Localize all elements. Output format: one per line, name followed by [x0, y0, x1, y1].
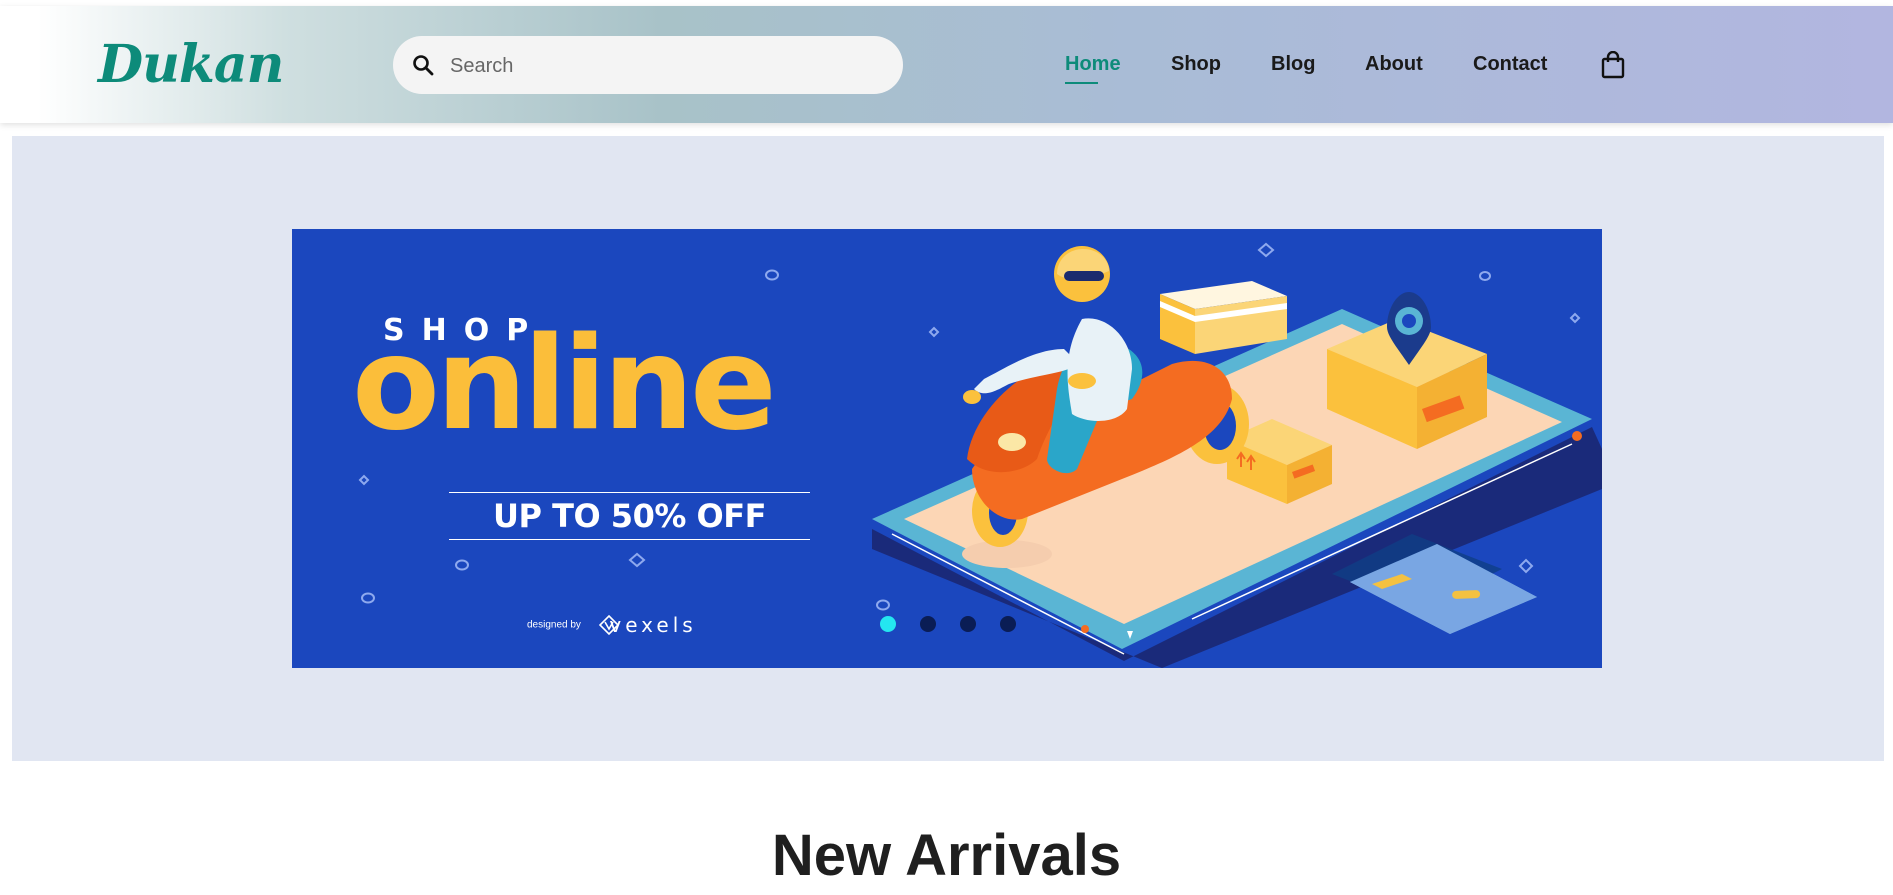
search-icon — [413, 55, 434, 76]
credit-brand: vexels — [609, 613, 697, 637]
shopping-bag-icon[interactable] — [1601, 51, 1625, 79]
logo[interactable]: Dukan — [98, 34, 284, 95]
section-title: New Arrivals — [771, 823, 1122, 888]
banner-headline-big: online — [352, 310, 777, 459]
carousel-dot-1[interactable] — [880, 616, 896, 632]
discount-text: UP TO 50% OFF — [493, 497, 766, 535]
top-navbar: Dukan Home Shop Blog About Contact — [0, 6, 1893, 123]
carousel-dot-4[interactable] — [1000, 616, 1016, 632]
search-bar[interactable] — [393, 36, 903, 96]
vexels-logo-icon — [599, 615, 619, 635]
nav-link-home[interactable]: Home — [1065, 53, 1121, 84]
nav-link-shop[interactable]: Shop — [1171, 53, 1221, 76]
nav-link-contact[interactable]: Contact — [1473, 53, 1547, 76]
promo-banner[interactable]: SHOP online UP TO 50% OFF designed by ve… — [292, 229, 1602, 668]
credit-prefix: designed by — [527, 619, 581, 631]
search-input[interactable] — [448, 36, 882, 96]
discount-label: UP TO 50% OFF — [449, 492, 810, 540]
banner-credit: designed by vexels — [527, 613, 697, 637]
carousel-dot-2[interactable] — [920, 616, 936, 632]
carousel-dot-3[interactable] — [960, 616, 976, 632]
hero-carousel: SHOP online UP TO 50% OFF designed by ve… — [12, 136, 1884, 761]
nav-link-blog[interactable]: Blog — [1271, 53, 1315, 76]
nav-link-about[interactable]: About — [1365, 53, 1423, 76]
